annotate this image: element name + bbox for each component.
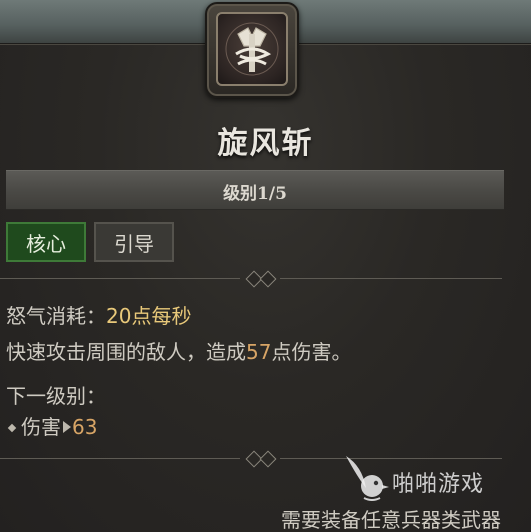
divider-top [0,270,531,288]
resource-cost-line: 怒气消耗：20点每秒 [6,300,191,329]
description-line: 快速攻击周围的敌人，造成57点伤害。 [6,336,351,365]
description-suffix: 点伤害。 [271,340,352,364]
watermark: 啪啪游戏 [340,448,500,504]
weapon-requirement: 需要装备任意兵器类武器 [281,508,501,532]
cost-label: 怒气消耗： [6,304,106,328]
level-bar: 级别1/5 [6,170,504,210]
tag-channel[interactable]: 引导 [94,222,174,262]
damage-value: 57 [246,340,272,364]
next-level-value: 63 [72,415,98,439]
next-level-damage-line: 伤害 63 [6,411,97,440]
whirlwind-axe-icon [216,12,288,86]
cost-value: 20点每秒 [106,304,192,328]
description-prefix: 快速攻击周围的敌人，造成 [6,340,246,364]
arrow-right-icon [63,421,71,433]
bullet-icon [7,423,17,433]
skill-title: 旋风斩 [217,126,314,161]
next-level-label: 伤害 [21,415,61,439]
watermark-text: 啪啪游戏 [392,472,485,497]
skill-tooltip: 旋风斩 级别1/5 核心 引导 怒气消耗：20点每秒 快速攻击周围的敌人，造成5… [0,0,531,532]
next-level-header: 下一级别： [6,384,106,408]
skill-icon-frame[interactable] [205,2,299,98]
skill-level: 级别1/5 [223,184,287,204]
tag-core[interactable]: 核心 [6,222,86,262]
bird-logo-icon [346,456,389,501]
